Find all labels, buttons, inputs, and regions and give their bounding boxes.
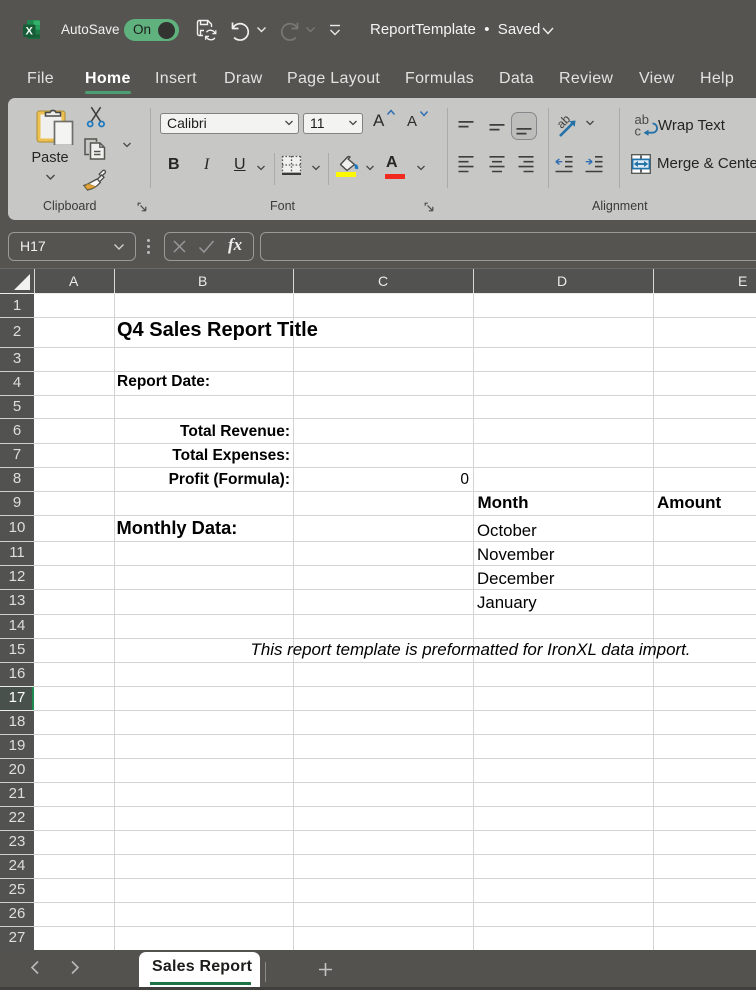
svg-text:X: X bbox=[26, 26, 34, 38]
svg-text:c: c bbox=[635, 124, 642, 138]
